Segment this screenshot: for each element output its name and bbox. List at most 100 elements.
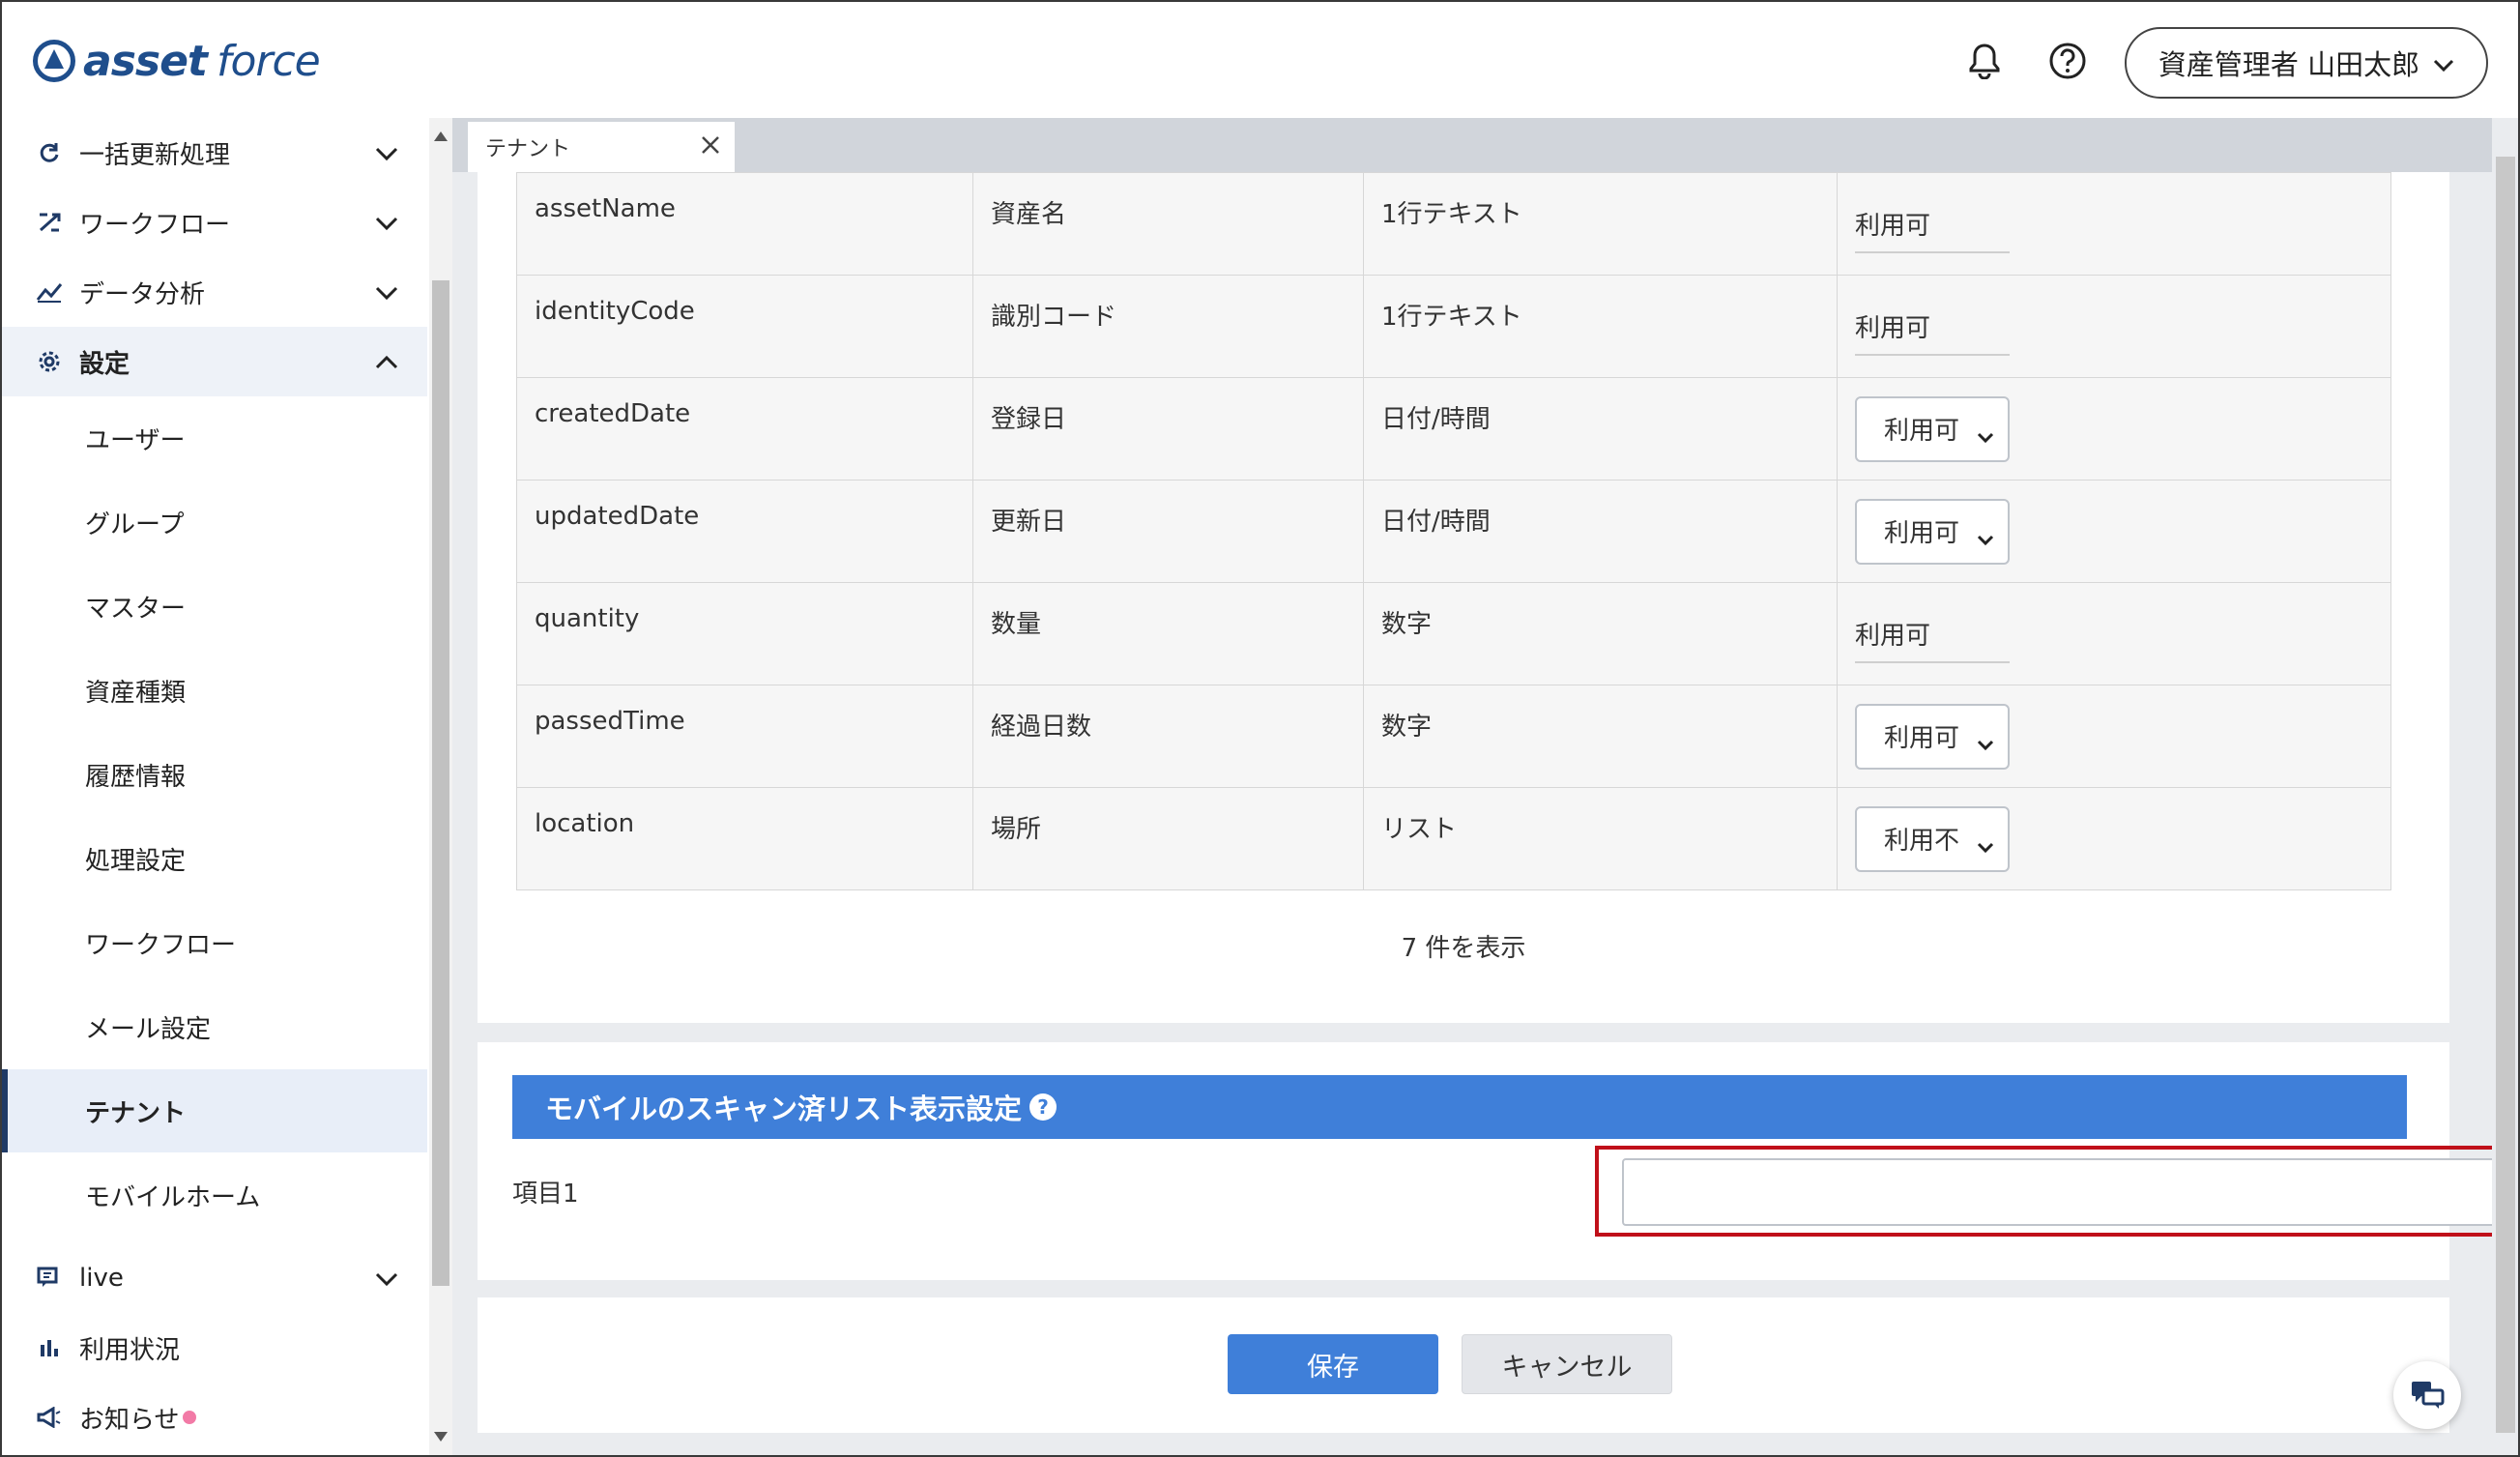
window-scroll-thumb[interactable] xyxy=(2496,157,2515,1433)
app-window: asset force 資産管理者 山田太郎 一括更新処理 ワークフロー データ… xyxy=(0,0,2520,1457)
availability-select[interactable]: 利用可 xyxy=(1855,703,2010,770)
table-row: location 場所 リスト 利用不 xyxy=(516,787,2391,890)
field-name-cell: 経過日数 xyxy=(972,685,1364,788)
window-scrollbar[interactable] xyxy=(2492,118,2518,1455)
table-row: updatedDate 更新日 日付/時間 利用可 xyxy=(516,480,2391,583)
record-count: 7 件を表示 xyxy=(1401,934,1526,963)
section-header: モバイルのスキャン済リスト表示設定 ? xyxy=(512,1075,2407,1139)
sidebar-subitem-label: モバイルホーム xyxy=(85,1182,261,1212)
sidebar-item-label: ワークフロー xyxy=(79,210,231,240)
field-availability-cell: 利用可 xyxy=(1837,582,2391,685)
notification-dot xyxy=(183,1411,197,1424)
sidebar-subitem-label: 処理設定 xyxy=(85,846,187,876)
field-name-cell: 識別コード xyxy=(972,275,1364,378)
top-header: asset force 資産管理者 山田太郎 xyxy=(2,2,2518,118)
tab-label: テナント xyxy=(485,137,571,161)
sidebar-item-label: 利用状況 xyxy=(79,1335,181,1365)
availability-static-value: 利用可 xyxy=(1855,604,2010,663)
chevron-down-icon xyxy=(375,278,398,307)
sidebar-item-label: live xyxy=(79,1264,124,1293)
mobile-settings-card: モバイルのスキャン済リスト表示設定 ? 項目1 xyxy=(478,1042,2518,1280)
item1-select[interactable] xyxy=(1622,1158,2518,1226)
chevron-down-icon xyxy=(2433,46,2454,79)
analytics-icon xyxy=(35,277,64,306)
chat-icon xyxy=(35,1264,64,1293)
sidebar-nav: 一括更新処理 ワークフロー データ分析 設定 ユーザー グループ マスター 資産… xyxy=(2,118,427,1455)
chevron-down-icon xyxy=(1977,831,1994,860)
field-key-cell: quantity xyxy=(516,582,973,685)
field-type-cell: 日付/時間 xyxy=(1363,377,1838,481)
field-name-cell: 登録日 xyxy=(972,377,1364,481)
sidebar-subitem-history[interactable]: 履歴情報 xyxy=(2,733,427,816)
field-key-cell: passedTime xyxy=(516,685,973,788)
sidebar-item-usage[interactable]: 利用状況 xyxy=(2,1313,427,1383)
section-title: モバイルのスキャン済リスト表示設定 xyxy=(545,1093,1023,1125)
field-availability-cell: 利用可 xyxy=(1837,685,2391,788)
field-key-cell: location xyxy=(516,787,973,890)
chat-button[interactable] xyxy=(2393,1361,2461,1429)
main-content: テナント assetName 資産名 1行テキスト 利用可 identityCode 識別… xyxy=(452,118,2518,1455)
availability-select-value: 利用可 xyxy=(1884,724,1960,753)
chevron-down-icon xyxy=(1977,524,1994,553)
availability-select[interactable]: 利用不 xyxy=(1855,805,2010,872)
field-name-cell: 更新日 xyxy=(972,480,1364,583)
field-key-cell: identityCode xyxy=(516,275,973,378)
chevron-down-icon xyxy=(375,1265,398,1294)
tab-tenant[interactable]: テナント xyxy=(468,122,735,172)
sidebar-scroll-thumb[interactable] xyxy=(432,280,449,1286)
scroll-down-arrow-icon[interactable] xyxy=(434,1432,448,1442)
sidebar-subitem-users[interactable]: ユーザー xyxy=(2,396,427,480)
sidebar-subitem-process-settings[interactable]: 処理設定 xyxy=(2,817,427,900)
sidebar-item-live[interactable]: live xyxy=(2,1243,427,1313)
chat-bubbles-icon xyxy=(2412,1382,2445,1409)
sidebar-item-bulk-update[interactable]: 一括更新処理 xyxy=(2,118,427,188)
availability-select[interactable]: 利用可 xyxy=(1855,395,2010,462)
field-type-cell: 数字 xyxy=(1363,582,1838,685)
field-availability-cell: 利用不 xyxy=(1837,787,2391,890)
table-row: identityCode 識別コード 1行テキスト 利用可 xyxy=(516,275,2391,378)
cancel-button[interactable]: キャンセル xyxy=(1462,1334,1672,1394)
field-availability-cell: 利用可 xyxy=(1837,377,2391,481)
sidebar-item-notices[interactable]: お知らせ xyxy=(2,1383,427,1452)
sidebar-subitem-groups[interactable]: グループ xyxy=(2,481,427,564)
logo-text-light: force xyxy=(216,36,321,86)
chevron-up-icon xyxy=(375,348,398,377)
sidebar-subitem-workflow[interactable]: ワークフロー xyxy=(2,901,427,984)
help-icon[interactable]: ? xyxy=(1029,1093,1057,1121)
availability-select[interactable]: 利用可 xyxy=(1855,498,2010,565)
availability-static-value: 利用可 xyxy=(1855,194,2010,253)
availability-select-value: 利用可 xyxy=(1884,519,1960,548)
sidebar-item-label: 設定 xyxy=(79,349,130,379)
sidebar-subitem-master[interactable]: マスター xyxy=(2,565,427,648)
field-availability-cell: 利用可 xyxy=(1837,275,2391,378)
sidebar-item-data-analysis[interactable]: データ分析 xyxy=(2,257,427,327)
gear-icon xyxy=(35,347,64,376)
sidebar-scrollbar[interactable] xyxy=(429,118,452,1455)
sidebar-subitem-mail-settings[interactable]: メール設定 xyxy=(2,985,427,1068)
field-type-cell: 数字 xyxy=(1363,685,1838,788)
app-logo[interactable]: asset force xyxy=(33,36,321,86)
sidebar-subitem-asset-types[interactable]: 資産種類 xyxy=(2,649,427,732)
item1-label: 項目1 xyxy=(512,1180,579,1209)
sidebar-subitem-tenant[interactable]: テナント xyxy=(2,1069,427,1152)
help-circle-icon[interactable] xyxy=(2045,39,2090,83)
scroll-up-arrow-icon[interactable] xyxy=(434,131,448,141)
field-key-cell: updatedDate xyxy=(516,480,973,583)
fields-card: assetName 資産名 1行テキスト 利用可 identityCode 識別コード 1行… xyxy=(478,172,2449,1023)
field-type-cell: 1行テキスト xyxy=(1363,275,1838,378)
sidebar-subitem-label: メール設定 xyxy=(85,1014,212,1044)
availability-static-value: 利用可 xyxy=(1855,297,2010,356)
close-icon[interactable] xyxy=(700,134,721,161)
user-menu-button[interactable]: 資産管理者 山田太郎 xyxy=(2125,27,2488,99)
field-availability-cell: 利用可 xyxy=(1837,480,2391,583)
save-button[interactable]: 保存 xyxy=(1228,1334,1438,1394)
sidebar-subitem-mobile-home[interactable]: モバイルホーム xyxy=(2,1153,427,1237)
chevron-down-icon xyxy=(1977,729,1994,758)
sidebar-subitem-label: 資産種類 xyxy=(85,678,187,708)
sidebar-item-label: データ分析 xyxy=(79,279,206,309)
table-row: createdDate 登録日 日付/時間 利用可 xyxy=(516,377,2391,481)
sidebar-item-workflow[interactable]: ワークフロー xyxy=(2,188,427,257)
sidebar-subitem-label: ワークフロー xyxy=(85,930,237,960)
notification-bell-icon[interactable] xyxy=(1962,39,2007,83)
sidebar-item-settings[interactable]: 設定 xyxy=(2,327,427,396)
